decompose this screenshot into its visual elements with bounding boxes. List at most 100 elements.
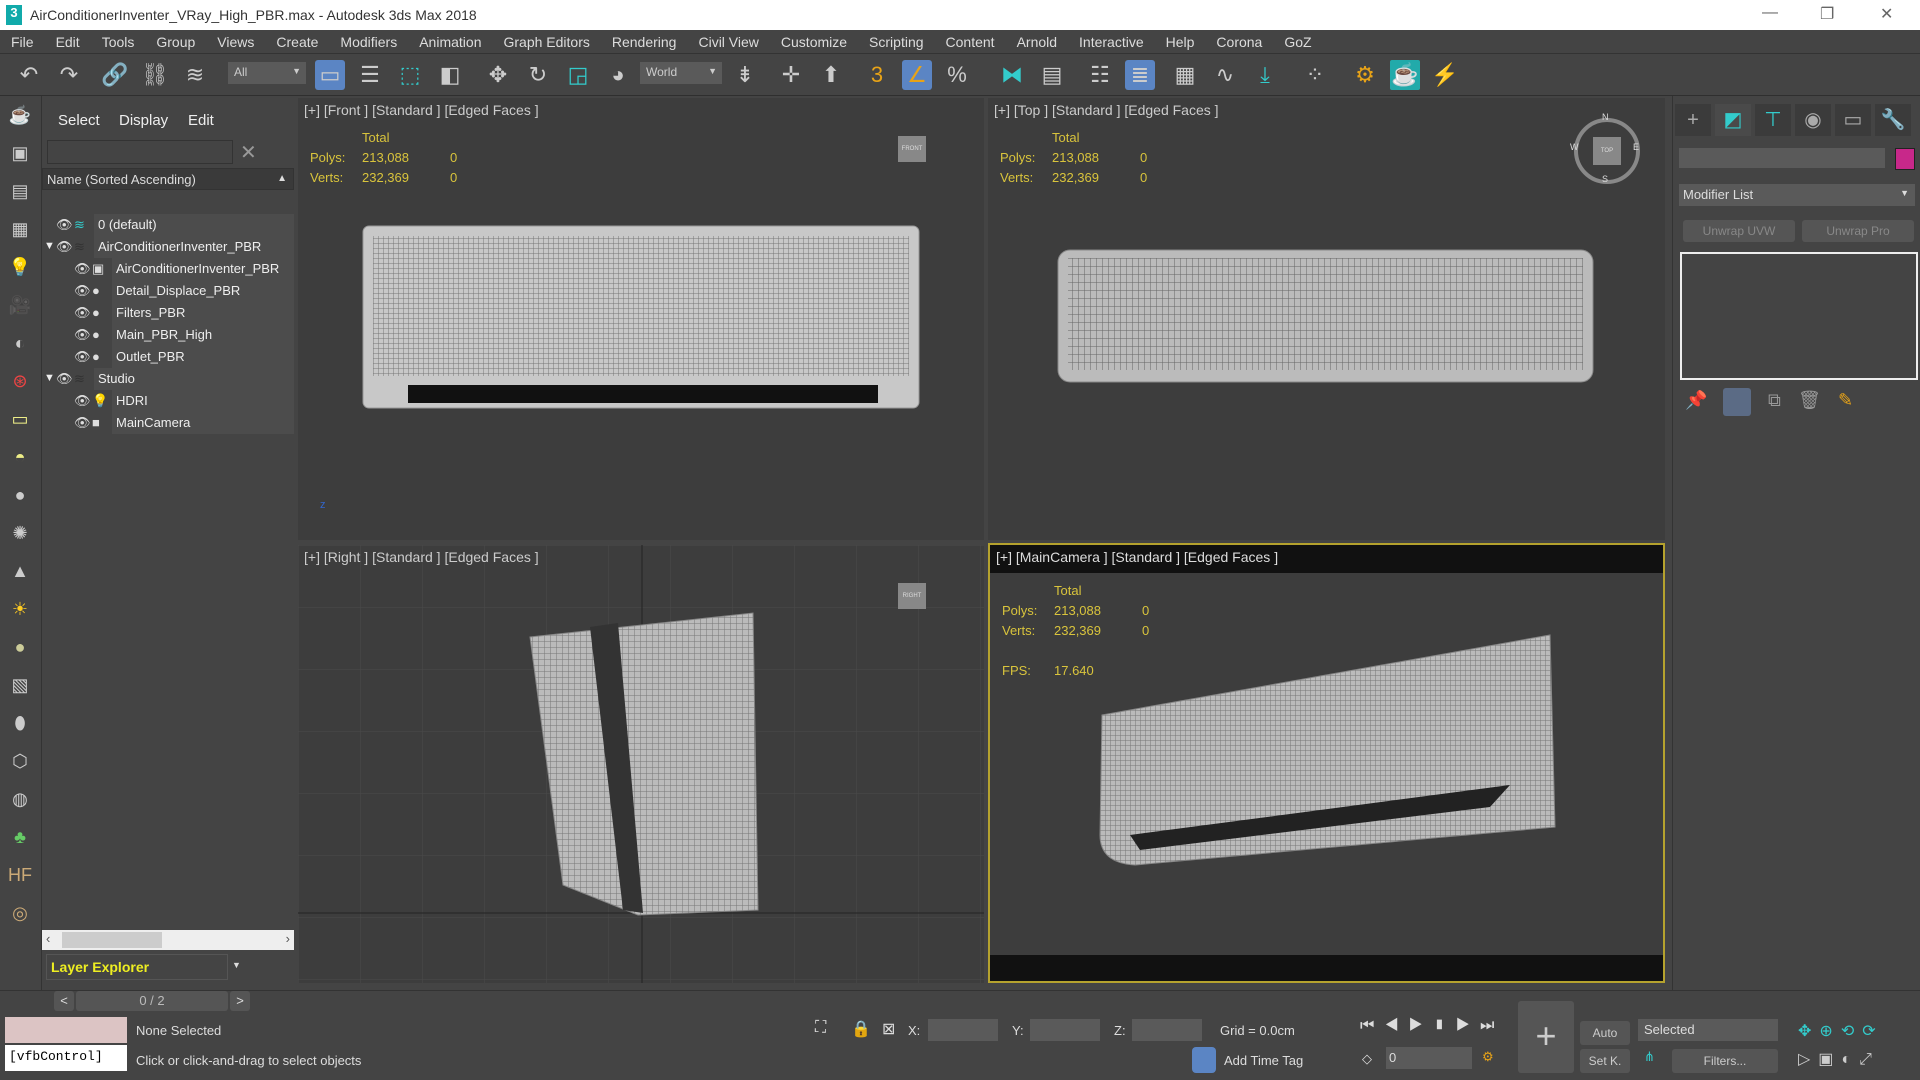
- tab-select[interactable]: Select: [58, 112, 100, 129]
- tab-edit[interactable]: Edit: [188, 112, 214, 129]
- unwrap-pro-button[interactable]: Unwrap Pro: [1802, 220, 1914, 242]
- viewport-front[interactable]: [+] [Front ] [Standard ] [Edged Faces ] …: [298, 98, 984, 540]
- tab-display[interactable]: Display: [119, 112, 168, 129]
- configure-modifier-sets-icon[interactable]: ✎: [1838, 390, 1853, 411]
- playback-controls[interactable]: ⏮◀▶▮▶⏭: [1360, 1017, 1504, 1035]
- menu-modifiers[interactable]: Modifiers: [329, 34, 408, 50]
- align-icon[interactable]: ▤: [1037, 60, 1067, 90]
- select-by-name-icon[interactable]: ☰: [355, 60, 385, 90]
- z-coordinate-field[interactable]: [1132, 1019, 1202, 1041]
- hair-fur-icon[interactable]: HF: [7, 865, 33, 887]
- key-filters-button[interactable]: Filters...: [1672, 1049, 1778, 1073]
- maxscript-listener-input[interactable]: [vfbControl]: [5, 1045, 127, 1071]
- modifier-stack[interactable]: [1680, 252, 1918, 380]
- menu-tools[interactable]: Tools: [91, 34, 146, 50]
- name-column-header[interactable]: Name (Sorted Ascending) ▲: [42, 168, 294, 190]
- undo-icon[interactable]: ↶: [14, 60, 44, 90]
- tree-item[interactable]: AirConditionerInventer_PBR: [94, 236, 294, 258]
- angle-snap-icon[interactable]: ∠: [902, 60, 932, 90]
- set-key-big-button[interactable]: +: [1518, 1001, 1574, 1073]
- snaps-toggle-icon[interactable]: 3: [862, 60, 892, 90]
- menu-interactive[interactable]: Interactive: [1068, 34, 1155, 50]
- clear-search-icon[interactable]: ✕: [240, 140, 257, 165]
- plant-icon[interactable]: ♣: [7, 827, 33, 849]
- render-setup-icon[interactable]: ⚙: [1350, 60, 1380, 90]
- isolate-selection-icon[interactable]: ⛶: [815, 1019, 826, 1037]
- utilities-tab-wrench-icon[interactable]: 🔧: [1875, 104, 1911, 136]
- auto-key-button[interactable]: Auto: [1580, 1021, 1630, 1045]
- curve-editor-icon[interactable]: ∿: [1210, 60, 1240, 90]
- scroll-left-icon[interactable]: ‹: [46, 931, 50, 946]
- expand-toggle-icon[interactable]: ▼: [44, 372, 55, 384]
- add-time-tag-button[interactable]: Add Time Tag: [1224, 1053, 1303, 1068]
- toggle-ribbon-icon[interactable]: ▦: [1170, 60, 1200, 90]
- render-production-icon[interactable]: ⚡: [1430, 60, 1460, 90]
- menu-group[interactable]: Group: [145, 34, 206, 50]
- sphere-light-icon[interactable]: ●: [7, 637, 33, 659]
- layer-explorer-icon[interactable]: ≣: [1125, 60, 1155, 90]
- tree-item[interactable]: HDRI: [112, 390, 294, 412]
- tree-item[interactable]: Studio: [94, 368, 294, 390]
- light-lister-icon[interactable]: 💡: [7, 257, 33, 279]
- menu-content[interactable]: Content: [935, 34, 1006, 50]
- set-key-button[interactable]: Set K.: [1580, 1049, 1630, 1073]
- visibility-eye-icon[interactable]: 👁: [74, 283, 91, 299]
- reference-coordinate-dropdown[interactable]: World: [640, 62, 722, 84]
- show-end-result-icon[interactable]: [1723, 388, 1751, 416]
- hierarchy-tab-icon[interactable]: ⊤: [1755, 104, 1791, 136]
- menu-corona[interactable]: Corona: [1205, 34, 1273, 50]
- make-unique-icon[interactable]: ⧉: [1768, 390, 1781, 411]
- geo-icon[interactable]: ⬡: [7, 751, 33, 773]
- visibility-eye-icon[interactable]: 👁: [74, 305, 91, 321]
- selection-lock-icon[interactable]: 🔒: [851, 1019, 871, 1039]
- capsule-icon[interactable]: ⬮: [7, 713, 33, 735]
- viewport-navigation-icons[interactable]: ✥⊕⟲⟳: [1798, 1021, 1884, 1041]
- visibility-eye-icon[interactable]: 👁: [74, 261, 91, 277]
- render-camera-icon[interactable]: ⊛: [7, 371, 33, 393]
- tree-item[interactable]: Filters_PBR: [112, 302, 294, 324]
- remove-modifier-trash-icon[interactable]: 🗑: [1798, 390, 1821, 411]
- display-tab-icon[interactable]: ▭: [1835, 104, 1871, 136]
- tree-item[interactable]: Main_PBR_High: [112, 324, 294, 346]
- teapot-icon[interactable]: ☕: [7, 105, 33, 127]
- viewport-maincamera-active[interactable]: [+] [MainCamera ] [Standard ] [Edged Fac…: [988, 543, 1665, 983]
- viewport-navigation-icons-2[interactable]: ▷▣◐⤢: [1798, 1049, 1880, 1069]
- render-settings-icon[interactable]: ▤: [7, 181, 33, 203]
- sphere-icon[interactable]: ●: [7, 485, 33, 507]
- pivot-center-icon[interactable]: ⇟: [730, 60, 760, 90]
- scene-explorer-icon[interactable]: ☷: [1085, 60, 1115, 90]
- unwrap-uvw-button[interactable]: Unwrap UVW: [1683, 220, 1795, 242]
- visibility-eye-icon[interactable]: 👁: [74, 393, 91, 409]
- keyboard-shortcut-override-icon[interactable]: ⬆: [816, 60, 846, 90]
- page-next-button[interactable]: >: [230, 991, 250, 1011]
- select-object-icon[interactable]: ▭: [315, 60, 345, 90]
- time-config-icon[interactable]: ⚙: [1482, 1049, 1494, 1065]
- menu-create[interactable]: Create: [265, 34, 329, 50]
- dope-sheet-icon[interactable]: ⤓: [1250, 60, 1280, 90]
- sun-icon[interactable]: ☀: [7, 599, 33, 621]
- modifier-list-dropdown[interactable]: Modifier List ▼: [1679, 184, 1915, 206]
- motion-tab-icon[interactable]: ◉: [1795, 104, 1831, 136]
- visibility-eye-icon[interactable]: 👁: [74, 327, 91, 343]
- time-tag-icon[interactable]: [1192, 1047, 1216, 1073]
- visibility-eye-icon[interactable]: 👁: [56, 371, 73, 387]
- key-tangent-icon[interactable]: ⋔: [1644, 1049, 1655, 1065]
- visibility-eye-icon[interactable]: 👁: [74, 415, 91, 431]
- menu-rendering[interactable]: Rendering: [601, 34, 688, 50]
- plane-icon[interactable]: ▭: [7, 409, 33, 431]
- globe-icon[interactable]: ◍: [7, 789, 33, 811]
- tree-item[interactable]: AirConditionerInventer_PBR: [112, 258, 294, 280]
- pin-stack-icon[interactable]: 📌: [1685, 390, 1707, 411]
- visibility-eye-icon[interactable]: 👁: [56, 217, 73, 233]
- tree-item[interactable]: Detail_Displace_PBR: [112, 280, 294, 302]
- rendered-frame-window-icon[interactable]: ☕: [1390, 60, 1420, 90]
- tree-item[interactable]: MainCamera: [112, 412, 294, 434]
- explorer-search-input[interactable]: [47, 140, 233, 164]
- shell-icon[interactable]: ✺: [7, 523, 33, 545]
- minimize-button[interactable]: —: [1762, 4, 1778, 22]
- chevron-down-icon[interactable]: ▼: [232, 960, 241, 970]
- expand-toggle-icon[interactable]: ▼: [44, 240, 55, 252]
- viewport-right[interactable]: [+] [Right ] [Standard ] [Edged Faces ] …: [298, 545, 984, 983]
- menu-file[interactable]: File: [0, 34, 45, 50]
- visibility-eye-icon[interactable]: 👁: [56, 239, 73, 255]
